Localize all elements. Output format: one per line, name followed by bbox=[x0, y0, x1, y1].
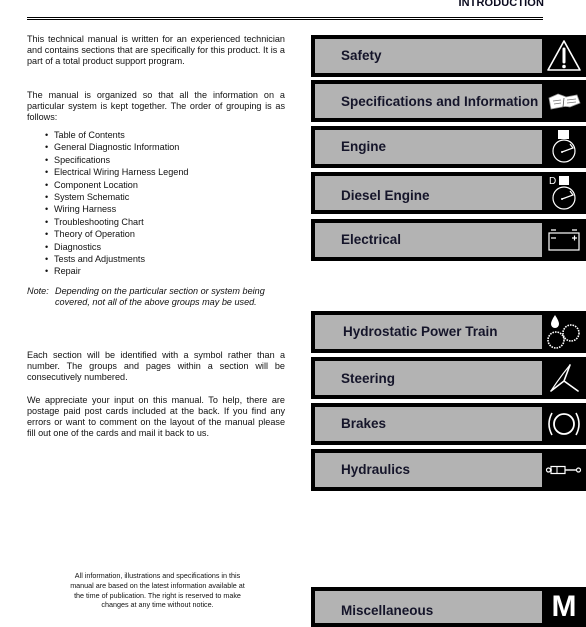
section-label: Safety bbox=[341, 48, 382, 63]
section-label-box: Hydrostatic Power Train bbox=[315, 315, 542, 349]
section-tab-hydraulics[interactable]: Hydraulics bbox=[311, 449, 586, 491]
section-tab-diesel-engine[interactable]: Diesel Engine D bbox=[311, 172, 586, 214]
section-label-box: Diesel Engine bbox=[315, 176, 542, 210]
note-text: Depending on the particular section or s… bbox=[55, 286, 265, 307]
group-list-item: Tests and Adjustments bbox=[45, 253, 188, 265]
section-label: Steering bbox=[341, 371, 396, 386]
section-label: Diesel Engine bbox=[341, 188, 430, 203]
section-label-box: Specifications and Information bbox=[315, 84, 542, 118]
section-label: Miscellaneous bbox=[341, 603, 434, 618]
section-tab-specifications[interactable]: Specifications and Information bbox=[311, 80, 586, 122]
section-label-box: Safety bbox=[315, 39, 542, 73]
section-tab-electrical[interactable]: Electrical bbox=[311, 219, 586, 261]
page-title: INTRODUCTION bbox=[458, 0, 544, 9]
intro-paragraph-2: The manual is organized so that all the … bbox=[27, 90, 285, 122]
hydrostatic-gears-icon bbox=[542, 311, 586, 353]
section-label-box: Miscellaneous bbox=[315, 591, 542, 623]
section-label: Specifications and Information bbox=[341, 94, 539, 109]
section-tab-steering[interactable]: Steering bbox=[311, 357, 586, 399]
section-label-box: Steering bbox=[315, 361, 542, 395]
section-label-box: Hydraulics bbox=[315, 453, 542, 487]
brakes-icon bbox=[542, 403, 586, 445]
steering-icon bbox=[542, 357, 586, 399]
group-list-item: Diagnostics bbox=[45, 241, 188, 253]
diesel-engine-gauge-icon: D bbox=[542, 172, 586, 214]
section-tab-hydrostatic-power-train[interactable]: Hydrostatic Power Train bbox=[311, 311, 586, 353]
group-list-item: Specifications bbox=[45, 154, 188, 166]
warning-triangle-icon bbox=[542, 35, 586, 77]
section-label: Engine bbox=[341, 139, 387, 154]
battery-icon bbox=[542, 219, 586, 261]
diesel-d-label: D bbox=[549, 176, 556, 187]
intro-paragraph-4: We appreciate your input on this manual.… bbox=[27, 395, 285, 438]
section-label: Electrical bbox=[341, 232, 402, 247]
hydraulic-cylinder-icon bbox=[542, 449, 586, 491]
section-label-box: Electrical bbox=[315, 223, 542, 257]
group-list-item: General Diagnostic Information bbox=[45, 141, 188, 153]
note-label: Note: bbox=[27, 286, 49, 296]
section-label: Hydrostatic Power Train bbox=[343, 324, 498, 339]
group-list-item: Table of Contents bbox=[45, 129, 188, 141]
section-tab-safety[interactable]: Safety bbox=[311, 35, 586, 77]
section-label: Hydraulics bbox=[341, 462, 411, 477]
letter-m-glyph: M bbox=[551, 590, 577, 623]
disclaimer: All information, illustrations and speci… bbox=[70, 571, 245, 610]
section-label-box: Brakes bbox=[315, 407, 542, 441]
group-list-item: Theory of Operation bbox=[45, 228, 188, 240]
group-list-item: Wiring Harness bbox=[45, 203, 188, 215]
group-list-item: Troubleshooting Chart bbox=[45, 216, 188, 228]
section-tab-brakes[interactable]: Brakes bbox=[311, 403, 586, 445]
open-book-icon bbox=[542, 80, 586, 122]
header-double-rule bbox=[27, 17, 543, 20]
section-label: Brakes bbox=[341, 416, 387, 431]
letter-m-icon: M bbox=[542, 587, 586, 627]
section-tab-engine[interactable]: Engine bbox=[311, 126, 586, 168]
group-list-item: Component Location bbox=[45, 179, 188, 191]
engine-gauge-icon bbox=[542, 126, 586, 168]
group-list-item: Repair bbox=[45, 265, 188, 277]
section-tab-miscellaneous[interactable]: Miscellaneous M bbox=[311, 587, 586, 627]
intro-paragraph-3: Each section will be identified with a s… bbox=[27, 350, 285, 382]
group-list: Table of Contents General Diagnostic Inf… bbox=[45, 129, 188, 278]
group-list-item: System Schematic bbox=[45, 191, 188, 203]
intro-paragraph-1: This technical manual is written for an … bbox=[27, 34, 285, 66]
note: Note: Depending on the particular sectio… bbox=[27, 286, 285, 308]
section-label-box: Engine bbox=[315, 130, 542, 164]
group-list-item: Electrical Wiring Harness Legend bbox=[45, 166, 188, 178]
